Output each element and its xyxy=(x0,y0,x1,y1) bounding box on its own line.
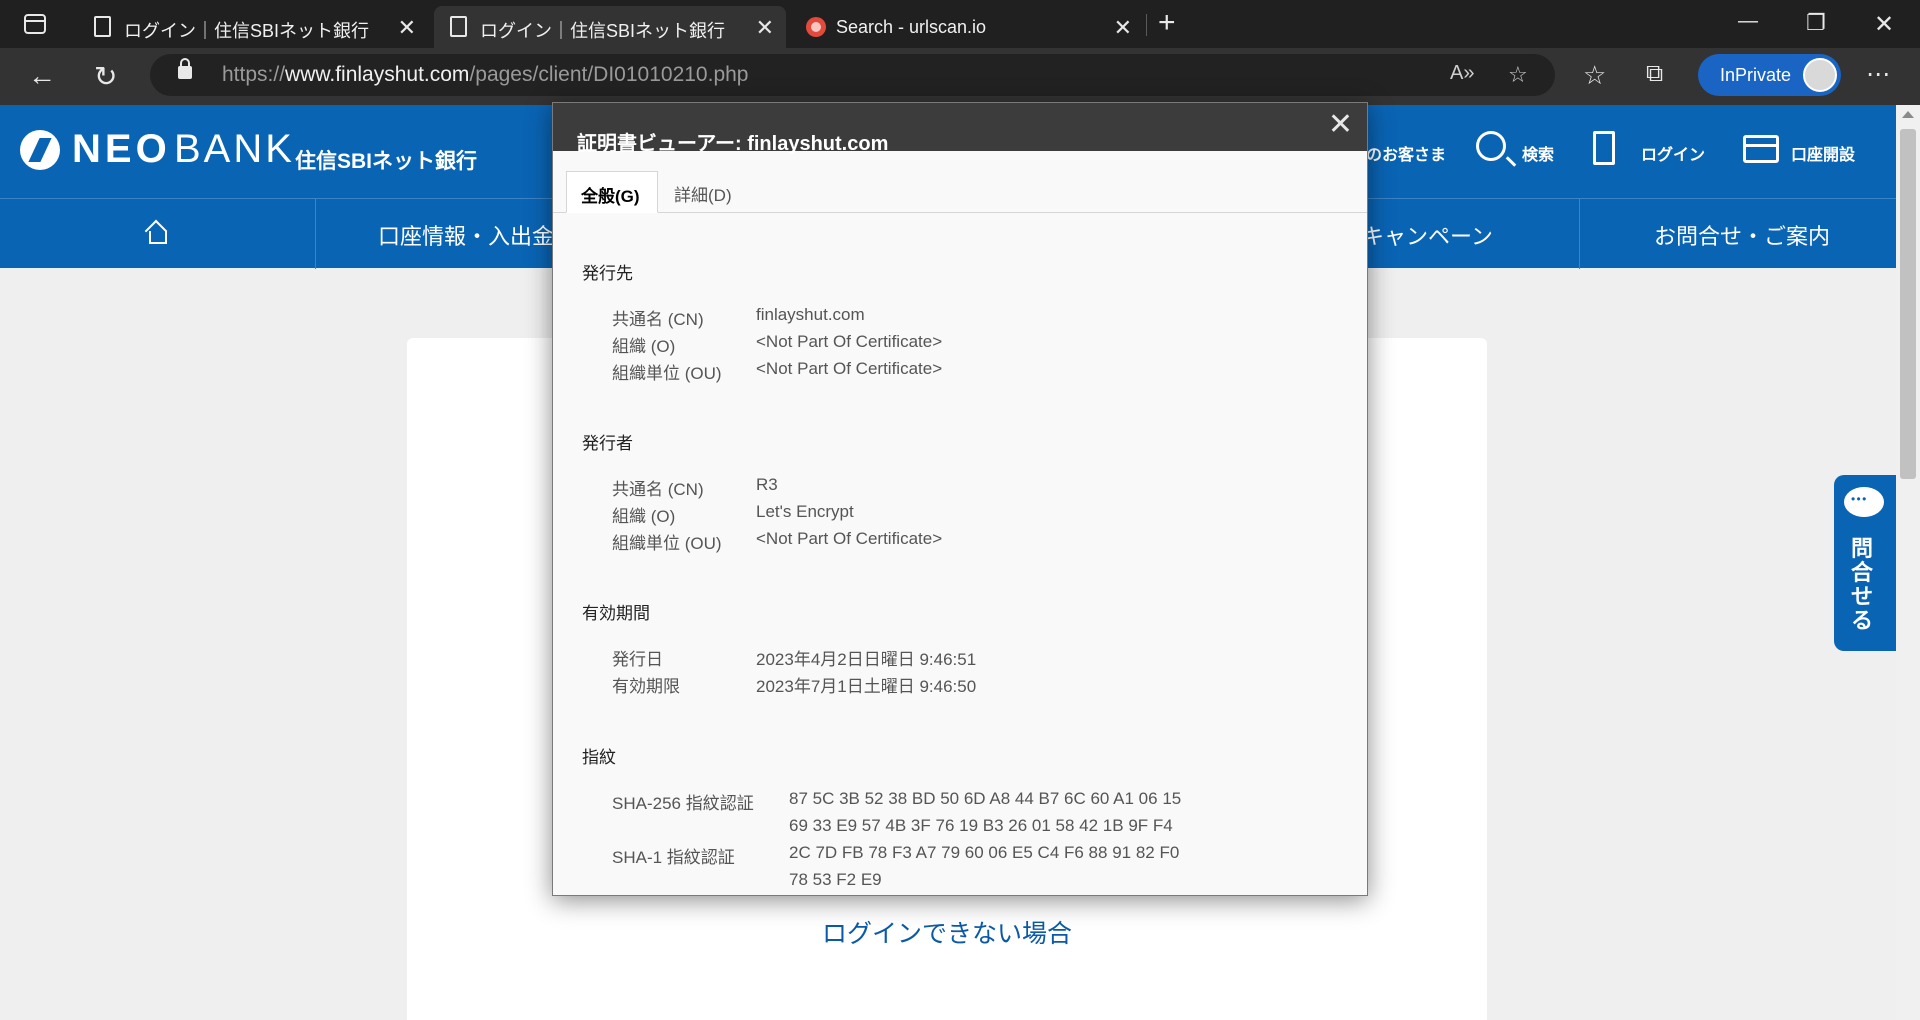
address-bar[interactable]: https://www.finlayshut.com/pages/client/… xyxy=(150,54,1555,96)
close-tab-icon[interactable]: ✕ xyxy=(398,15,416,41)
nav-item-campaign[interactable]: キャンペーン xyxy=(1362,219,1493,251)
nav-item-contact[interactable]: お問合せ・ご案内 xyxy=(1654,219,1830,251)
nav-divider xyxy=(315,199,316,269)
inprivate-button[interactable]: InPrivate xyxy=(1698,54,1841,96)
nav-divider xyxy=(1579,199,1580,269)
expires-on-value: 2023年7月1日土曜日 9:46:50 xyxy=(756,677,977,696)
sha1-label: SHA-1 指紋認証 xyxy=(612,848,735,867)
search-icon xyxy=(1476,131,1506,161)
issued-on-value: 2023年4月2日日曜日 9:46:51 xyxy=(756,650,977,669)
tab-details[interactable]: 詳細(D) xyxy=(660,171,752,213)
sha256-label: SHA-256 指紋認証 xyxy=(612,794,754,813)
logo-bank: BANK xyxy=(174,127,295,171)
tab-title: Search - urlscan.io xyxy=(836,17,987,37)
browser-tab-3[interactable]: Search - urlscan.io ✕ xyxy=(790,6,1144,48)
issued-by-cn-label: 共通名 (CN) xyxy=(612,480,704,499)
browser-tab-bar: ログイン｜住信SBIネット銀行 ✕ ログイン｜住信SBIネット銀行 ✕ Sear… xyxy=(0,0,1920,48)
back-icon[interactable]: ← xyxy=(28,60,56,92)
issued-to-o-label: 組織 (O) xyxy=(612,337,676,356)
inprivate-label: InPrivate xyxy=(1720,65,1792,85)
page-scrollbar[interactable] xyxy=(1896,105,1920,1020)
url-text[interactable]: https://www.finlayshut.com/pages/client/… xyxy=(222,63,749,87)
browser-tab-2[interactable]: ログイン｜住信SBIネット銀行 ✕ xyxy=(434,6,786,48)
issued-to-o-value: <Not Part Of Certificate> xyxy=(756,332,943,351)
close-window-icon[interactable]: ✕ xyxy=(1874,10,1894,39)
issued-by-cn-value: R3 xyxy=(756,475,778,494)
page-icon xyxy=(450,16,467,37)
issued-by-ou-value: <Not Part Of Certificate> xyxy=(756,529,943,548)
maximize-icon[interactable]: ❐ xyxy=(1806,10,1826,36)
scrollbar-thumb[interactable] xyxy=(1900,129,1916,479)
sha1-value-line1: 2C 7D FB 78 F3 A7 79 60 06 E5 C4 F6 88 9… xyxy=(789,843,1180,862)
certificate-viewer-dialog: 証明書ビューアー: finlayshut.com ✕ 全般(G) 詳細(D) 発… xyxy=(552,102,1368,896)
customer-label: のお客さま xyxy=(1366,147,1447,164)
logo-bank-name: 住信SBIネット銀行 xyxy=(295,150,478,173)
logo-neo: NEO xyxy=(72,127,171,171)
certificate-tabs: 全般(G) 詳細(D) xyxy=(553,151,1367,213)
page-icon xyxy=(94,16,111,37)
urlscan-icon xyxy=(806,17,826,37)
nav-item-account[interactable]: 口座情報・入出金 xyxy=(378,219,554,251)
profile-avatar xyxy=(1803,58,1837,92)
tab-general[interactable]: 全般(G) xyxy=(566,171,658,213)
add-favorite-icon[interactable]: ☆ xyxy=(1508,62,1528,88)
issued-to-ou-label: 組織単位 (OU) xyxy=(612,364,722,383)
login-icon xyxy=(1593,131,1615,165)
issued-by-heading: 発行者 xyxy=(582,434,633,453)
chat-bubble-icon xyxy=(1844,487,1884,517)
search-label: 検索 xyxy=(1522,147,1555,164)
collections-icon[interactable]: ⧉ xyxy=(1646,60,1663,88)
browser-toolbar: ← ↻ https://www.finlayshut.com/pages/cli… xyxy=(0,48,1920,105)
open-account-label: 口座開設 xyxy=(1791,147,1856,164)
tab-actions-icon[interactable] xyxy=(20,11,50,37)
contact-side-tab[interactable]: 問合せる xyxy=(1834,475,1896,651)
scroll-up-icon[interactable] xyxy=(1902,111,1914,118)
minimize-icon[interactable]: — xyxy=(1738,10,1758,33)
more-options-icon[interactable]: ⋯ xyxy=(1866,60,1890,89)
close-tab-icon[interactable]: ✕ xyxy=(756,15,774,41)
neobank-logo-icon xyxy=(20,130,60,170)
sha256-value-line1: 87 5C 3B 52 38 BD 50 6D A8 44 B7 6C 60 A… xyxy=(789,789,1182,808)
tab-separator xyxy=(1146,14,1147,36)
tab-title: ログイン｜住信SBIネット銀行 xyxy=(124,21,370,41)
tab-general-label: 全般(G) xyxy=(581,187,640,206)
refresh-icon[interactable]: ↻ xyxy=(94,60,117,93)
favorites-icon[interactable]: ☆ xyxy=(1583,60,1606,91)
sha256-value-line2: 69 33 E9 57 4B 3F 76 19 B3 26 01 58 42 1… xyxy=(789,816,1173,835)
browser-tab-1[interactable]: ログイン｜住信SBIネット銀行 ✕ xyxy=(78,6,428,48)
card-icon xyxy=(1743,135,1779,163)
validity-heading: 有効期間 xyxy=(582,604,650,623)
tab-details-label: 詳細(D) xyxy=(674,186,732,205)
issued-to-cn-value: finlayshut.com xyxy=(756,305,865,324)
issued-by-o-value: Let's Encrypt xyxy=(756,502,854,521)
issued-to-cn-label: 共通名 (CN) xyxy=(612,310,704,329)
cant-login-link[interactable]: ログインできない場合 xyxy=(407,914,1487,950)
new-tab-icon[interactable]: + xyxy=(1158,6,1176,40)
issued-to-heading: 発行先 xyxy=(582,264,633,283)
home-icon[interactable] xyxy=(146,223,167,244)
login-label: ログイン xyxy=(1641,147,1706,164)
contact-tab-label: 問合せる xyxy=(1851,536,1874,633)
expires-on-label: 有効期限 xyxy=(612,677,680,696)
issued-to-ou-value: <Not Part Of Certificate> xyxy=(756,359,943,378)
fingerprints-heading: 指紋 xyxy=(582,748,616,767)
certificate-viewer-titlebar: 証明書ビューアー: finlayshut.com ✕ xyxy=(553,103,1367,155)
read-aloud-icon[interactable]: A» xyxy=(1450,62,1474,85)
issued-on-label: 発行日 xyxy=(612,650,663,669)
sha1-value-line2: 78 53 F2 E9 xyxy=(789,870,882,889)
close-tab-icon[interactable]: ✕ xyxy=(1114,15,1132,41)
issued-by-ou-label: 組織単位 (OU) xyxy=(612,534,722,553)
close-icon[interactable]: ✕ xyxy=(1328,107,1353,142)
issued-by-o-label: 組織 (O) xyxy=(612,507,676,526)
tab-title: ログイン｜住信SBIネット銀行 xyxy=(480,21,726,41)
lock-icon[interactable] xyxy=(178,58,192,79)
